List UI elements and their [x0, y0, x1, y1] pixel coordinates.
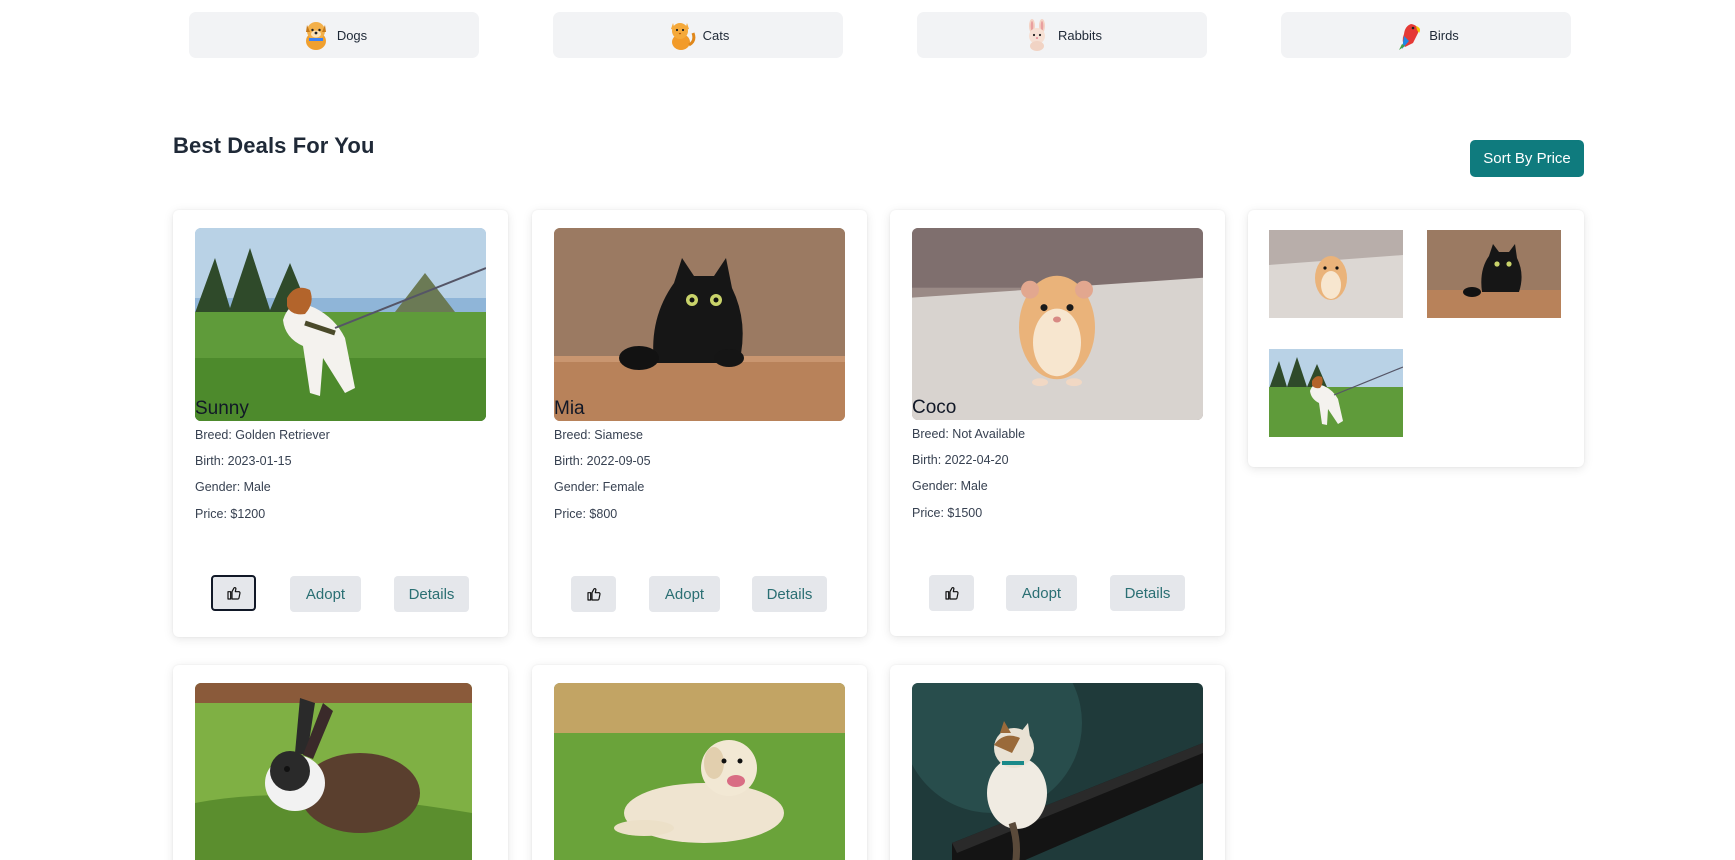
category-birds-label: Birds — [1429, 27, 1459, 43]
pet-breed: Breed: Golden Retriever — [195, 428, 330, 442]
details-button[interactable]: Details — [394, 576, 469, 612]
pet-card: Sunny Breed: Golden Retriever Birth: 202… — [173, 210, 508, 637]
sort-by-price-button[interactable]: Sort By Price — [1470, 140, 1584, 177]
category-birds-button[interactable]: Birds — [1281, 12, 1571, 58]
cat-on-railing-photo — [912, 683, 1203, 860]
labrador-on-grass-photo — [554, 683, 845, 860]
details-button[interactable]: Details — [752, 576, 827, 612]
category-cats-button[interactable]: Cats — [553, 12, 843, 58]
cat-emoji-icon — [667, 19, 697, 51]
category-dogs-label: Dogs — [336, 27, 368, 43]
category-dogs-button[interactable]: Dogs — [189, 12, 479, 58]
like-button[interactable] — [211, 575, 256, 611]
pet-name: Mia — [554, 398, 585, 419]
thumbs-up-icon — [944, 587, 959, 600]
hamster-thumbnail[interactable] — [1269, 230, 1403, 318]
pet-price: Price: $1200 — [195, 507, 266, 521]
pet-card — [890, 665, 1225, 860]
pet-birth: Birth: 2022-04-20 — [912, 453, 1009, 467]
pet-gender: Gender: Female — [554, 480, 645, 494]
like-button[interactable] — [929, 575, 974, 611]
pet-price: Price: $1500 — [912, 506, 983, 520]
dog-thumbnail[interactable] — [1269, 349, 1403, 437]
like-button[interactable] — [571, 576, 616, 612]
pet-price: Price: $800 — [554, 507, 618, 521]
category-cats-label: Cats — [702, 27, 730, 43]
pet-gender: Gender: Male — [195, 480, 271, 494]
thumbs-up-icon — [226, 587, 241, 600]
category-bar: Dogs Cats Rabbits Birds — [189, 12, 1575, 58]
pet-gender: Gender: Male — [912, 479, 988, 493]
dog-emoji-icon — [301, 19, 331, 51]
black-cat-photo — [554, 228, 845, 421]
details-button[interactable]: Details — [1110, 575, 1185, 611]
section-title: Best Deals For You — [173, 133, 375, 158]
pet-breed: Breed: Siamese — [554, 428, 643, 442]
category-rabbits-button[interactable]: Rabbits — [917, 12, 1207, 58]
black-cat-thumbnail[interactable] — [1427, 230, 1561, 318]
pet-card — [532, 665, 867, 860]
pet-breed: Breed: Not Available — [912, 427, 1026, 441]
rabbit-in-grass-photo — [195, 683, 472, 860]
pet-card: Mia Breed: Siamese Birth: 2022-09-05 Gen… — [532, 210, 867, 637]
adopt-button[interactable]: Adopt — [290, 576, 361, 612]
pet-name: Coco — [912, 397, 957, 418]
pet-card — [173, 665, 508, 860]
pet-card: Coco Breed: Not Available Birth: 2022-04… — [890, 210, 1225, 636]
hamster-photo — [912, 228, 1203, 420]
pet-name: Sunny — [195, 398, 249, 419]
parrot-emoji-icon — [1393, 19, 1423, 51]
category-rabbits-label: Rabbits — [1057, 27, 1103, 43]
rabbit-emoji-icon — [1022, 19, 1052, 51]
recently-viewed-panel — [1248, 210, 1584, 467]
pet-birth: Birth: 2023-01-15 — [195, 454, 292, 468]
adopt-button[interactable]: Adopt — [649, 576, 720, 612]
pet-birth: Birth: 2022-09-05 — [554, 454, 651, 468]
thumbs-up-icon — [586, 588, 601, 601]
dog-on-leash-photo — [195, 228, 486, 421]
adopt-button[interactable]: Adopt — [1006, 575, 1077, 611]
